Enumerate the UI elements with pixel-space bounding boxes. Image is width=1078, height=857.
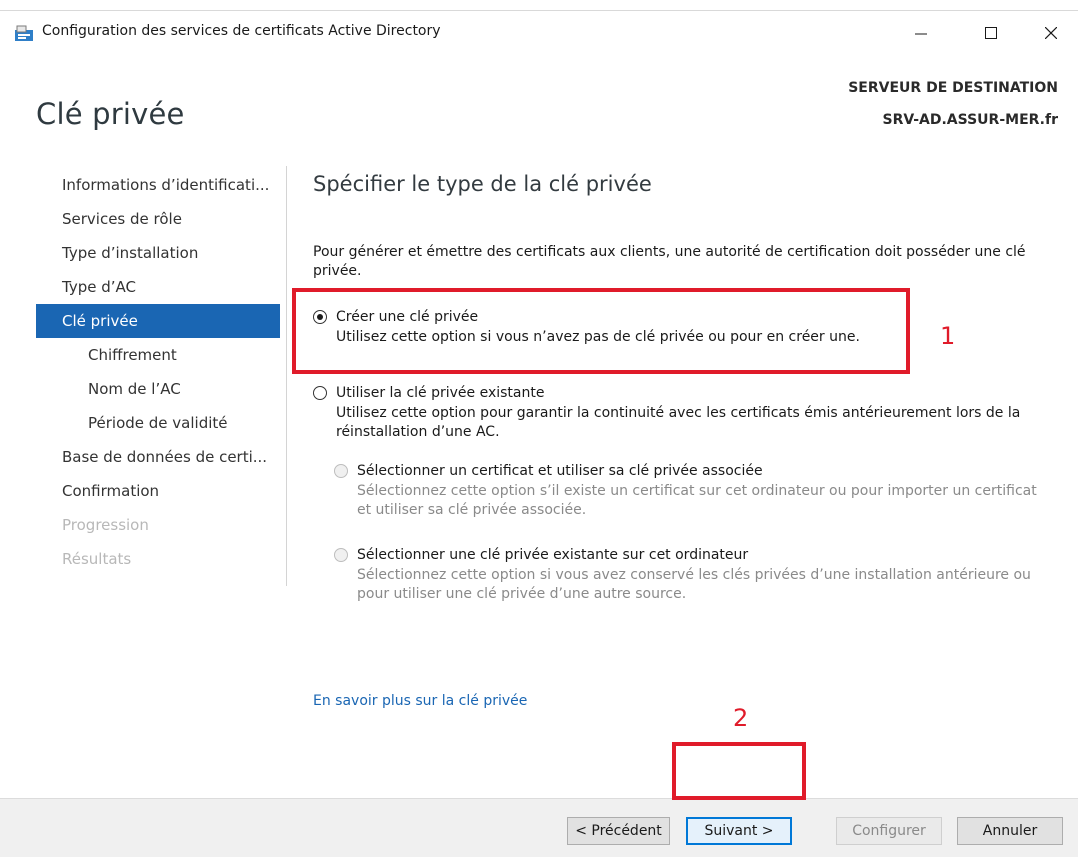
option-existing-key-description: Utilisez cette option pour garantir la c… [336, 405, 1021, 440]
intro-text: Pour générer et émettre des certificats … [313, 244, 1026, 279]
option-existing-key-label: Utiliser la clé privée existante [336, 385, 545, 401]
radio-existing-key[interactable] [313, 386, 327, 400]
option-existing-key: Utiliser la clé privée existante Utilise… [313, 382, 1053, 442]
option-select-existing-key: Sélectionner une clé privée existante su… [334, 544, 1054, 604]
option-select-existing-key-label: Sélectionner une clé privée existante su… [357, 547, 749, 563]
radio-select-existing-key [334, 548, 348, 562]
minimize-button[interactable] [898, 15, 944, 51]
nav-item-ca-name[interactable]: Nom de l’AC [36, 372, 280, 406]
previous-button[interactable]: < Précédent [567, 817, 670, 845]
annotation-number-1: 1 [940, 322, 956, 350]
nav-item-cryptography[interactable]: Chiffrement [36, 338, 280, 372]
section-title: Spécifier le type de la clé privée [313, 172, 652, 196]
minimize-icon [915, 33, 927, 35]
wizard-nav: Informations d’identificati... Services … [36, 168, 280, 576]
nav-item-confirmation[interactable]: Confirmation [36, 474, 280, 508]
nav-divider [286, 166, 287, 586]
annotation-box-step-2 [672, 742, 806, 800]
nav-item-validity-period[interactable]: Période de validité [36, 406, 280, 440]
main-content: Spécifier le type de la clé privée Pour … [313, 168, 1058, 709]
maximize-button[interactable] [968, 15, 1014, 51]
option-select-existing-key-row: Sélectionner une clé privée existante su… [334, 544, 1054, 566]
title-bar: Configuration des services de certificat… [0, 10, 1078, 54]
next-button[interactable]: Suivant > [686, 817, 792, 845]
nav-item-private-key[interactable]: Clé privée [36, 304, 280, 338]
radio-create-key[interactable] [313, 310, 327, 324]
server-role-icon [14, 24, 34, 42]
nav-item-role-services[interactable]: Services de rôle [36, 202, 280, 236]
learn-more-link[interactable]: En savoir plus sur la clé privée [313, 693, 527, 709]
window-title: Configuration des services de certificat… [42, 23, 441, 39]
option-select-certificate-label: Sélectionner un certificat et utiliser s… [357, 463, 763, 479]
cancel-button[interactable]: Annuler [957, 817, 1063, 845]
close-button[interactable] [1028, 15, 1074, 51]
nav-item-installation-type[interactable]: Type d’installation [36, 236, 280, 270]
maximize-icon [985, 27, 997, 39]
annotation-number-2: 2 [733, 704, 749, 732]
option-select-certificate: Sélectionner un certificat et utiliser s… [334, 460, 1054, 520]
nav-item-identification[interactable]: Informations d’identificati... [36, 168, 280, 202]
nav-item-results: Résultats [62, 550, 132, 568]
wizard-window: Clé privée SERVEUR DE DESTINATION SRV-AD… [0, 54, 1078, 857]
nav-item-certificate-database[interactable]: Base de données de certi... [36, 440, 280, 474]
destination-label: SERVEUR DE DESTINATION [848, 80, 1058, 96]
option-create-key-label: Créer une clé privée [336, 309, 479, 325]
page-title: Clé privée [36, 97, 185, 131]
option-select-certificate-row: Sélectionner un certificat et utiliser s… [334, 460, 1054, 482]
nav-item-ca-type[interactable]: Type d’AC [36, 270, 280, 304]
option-select-existing-key-description: Sélectionnez cette option si vous avez c… [357, 567, 1031, 602]
radio-select-certificate [334, 464, 348, 478]
option-select-certificate-description: Sélectionnez cette option s’il existe un… [357, 483, 1037, 518]
footer-bar: < Précédent Suivant > Configurer Annuler [0, 798, 1078, 857]
configure-button: Configurer [836, 817, 942, 845]
destination-server: SRV-AD.ASSUR-MER.fr [882, 112, 1058, 128]
nav-item-progress: Progression [62, 516, 149, 534]
option-existing-key-row[interactable]: Utiliser la clé privée existante [313, 382, 1053, 404]
close-icon [1045, 27, 1057, 39]
